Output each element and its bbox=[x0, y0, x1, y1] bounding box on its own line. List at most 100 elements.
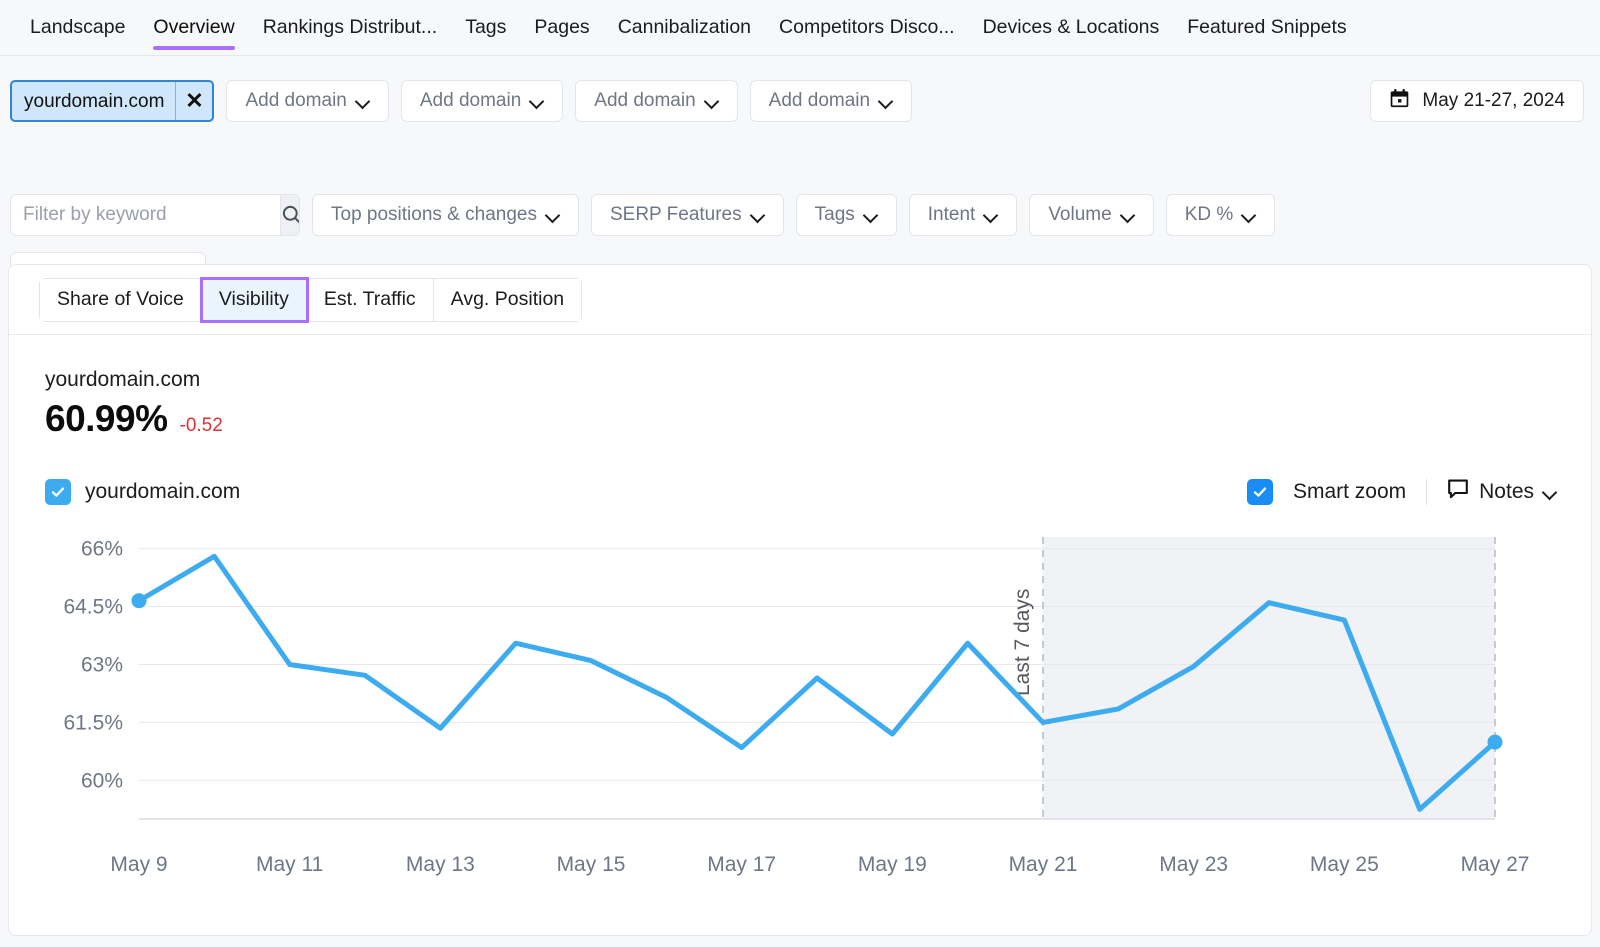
add-domain-slot-4[interactable]: Add domain bbox=[750, 80, 912, 122]
divider bbox=[1426, 479, 1427, 505]
tab-tags[interactable]: Tags bbox=[451, 0, 520, 56]
add-domain-slot-2[interactable]: Add domain bbox=[401, 80, 563, 122]
add-domain-slot-1[interactable]: Add domain bbox=[226, 80, 388, 122]
tab-landscape[interactable]: Landscape bbox=[16, 0, 139, 56]
search-input[interactable] bbox=[11, 195, 280, 235]
domain-chip-label: yourdomain.com bbox=[12, 82, 176, 120]
filter-label: Intent bbox=[928, 204, 976, 226]
tab-avg-position[interactable]: Avg. Position bbox=[434, 279, 581, 321]
tab-label: Tags bbox=[465, 18, 506, 38]
filter-volume[interactable]: Volume bbox=[1029, 194, 1153, 236]
tab-pages[interactable]: Pages bbox=[520, 0, 603, 56]
tab-label: Rankings Distribut... bbox=[263, 18, 437, 38]
tab-label: Visibility bbox=[219, 288, 289, 311]
search-input-wrapper[interactable] bbox=[10, 194, 300, 236]
svg-text:May 15: May 15 bbox=[557, 853, 626, 876]
svg-text:63%: 63% bbox=[81, 653, 123, 676]
chevron-down-icon bbox=[752, 209, 765, 222]
chevron-down-icon bbox=[547, 209, 560, 222]
notes-dropdown[interactable]: Notes bbox=[1447, 478, 1557, 506]
smart-zoom-checkbox[interactable] bbox=[1247, 479, 1273, 505]
tab-label: Landscape bbox=[30, 18, 125, 38]
metric-value: 60.99% bbox=[45, 398, 168, 440]
series-checkbox[interactable] bbox=[45, 479, 71, 505]
tab-label: Share of Voice bbox=[57, 288, 184, 311]
series-legend-label: yourdomain.com bbox=[85, 480, 240, 504]
chevron-down-icon bbox=[1243, 209, 1256, 222]
tab-share-of-voice[interactable]: Share of Voice bbox=[40, 279, 202, 321]
notes-label: Notes bbox=[1479, 480, 1534, 504]
calendar-icon bbox=[1389, 88, 1410, 115]
tab-overview[interactable]: Overview bbox=[139, 0, 248, 56]
tab-label: Devices & Locations bbox=[983, 18, 1160, 38]
svg-text:61.5%: 61.5% bbox=[63, 711, 123, 734]
visibility-chart-card: Share of Voice Visibility Est. Traffic A… bbox=[8, 264, 1592, 936]
svg-text:May 17: May 17 bbox=[707, 853, 776, 876]
add-domain-label: Add domain bbox=[769, 90, 870, 112]
add-domain-slot-3[interactable]: Add domain bbox=[575, 80, 737, 122]
filter-top-positions-changes[interactable]: Top positions & changes bbox=[312, 194, 579, 236]
filter-label: Tags bbox=[815, 204, 855, 226]
metric-tabs-header: Share of Voice Visibility Est. Traffic A… bbox=[9, 265, 1591, 335]
filter-serp-features[interactable]: SERP Features bbox=[591, 194, 784, 236]
tab-devices-locations[interactable]: Devices & Locations bbox=[969, 0, 1174, 56]
date-range-picker[interactable]: May 21-27, 2024 bbox=[1370, 80, 1584, 122]
tab-rankings-distribution[interactable]: Rankings Distribut... bbox=[249, 0, 451, 56]
chevron-down-icon bbox=[357, 95, 370, 108]
metric-delta: -0.52 bbox=[180, 415, 223, 437]
chart-legend-row: yourdomain.com Smart zoom Notes bbox=[45, 477, 1557, 507]
svg-text:May 19: May 19 bbox=[858, 853, 927, 876]
filter-label: KD % bbox=[1185, 204, 1234, 226]
tab-label: Avg. Position bbox=[451, 288, 564, 311]
chart-controls: Smart zoom Notes bbox=[1247, 478, 1557, 506]
search-icon[interactable] bbox=[280, 195, 300, 235]
tab-label: Pages bbox=[534, 18, 589, 38]
tab-label: Est. Traffic bbox=[324, 288, 416, 311]
smart-zoom-label: Smart zoom bbox=[1293, 480, 1406, 504]
chevron-down-icon bbox=[706, 95, 719, 108]
tab-est-traffic[interactable]: Est. Traffic bbox=[307, 279, 434, 321]
add-domain-label: Add domain bbox=[245, 90, 346, 112]
svg-text:May 13: May 13 bbox=[406, 853, 475, 876]
filter-kd-percent[interactable]: KD % bbox=[1166, 194, 1276, 236]
filter-label: SERP Features bbox=[610, 204, 742, 226]
tab-label: Competitors Disco... bbox=[779, 18, 955, 38]
chevron-down-icon bbox=[531, 95, 544, 108]
top-navigation-tabs: Landscape Overview Rankings Distribut...… bbox=[0, 0, 1600, 56]
domain-row: yourdomain.com ✕ Add domain Add domain A… bbox=[10, 80, 912, 122]
add-domain-label: Add domain bbox=[420, 90, 521, 112]
tab-featured-snippets[interactable]: Featured Snippets bbox=[1173, 0, 1360, 56]
app-page: Landscape Overview Rankings Distribut...… bbox=[0, 0, 1600, 947]
svg-text:66%: 66% bbox=[81, 538, 123, 561]
tab-visibility[interactable]: Visibility bbox=[202, 279, 307, 321]
svg-text:Last 7 days: Last 7 days bbox=[1011, 589, 1034, 696]
filter-label: Top positions & changes bbox=[331, 204, 537, 226]
keyword-filter-row: Top positions & changes SERP Features Ta… bbox=[10, 194, 1275, 236]
filter-tags[interactable]: Tags bbox=[796, 194, 897, 236]
metric-summary: yourdomain.com 60.99% -0.52 bbox=[45, 367, 223, 440]
svg-text:May 25: May 25 bbox=[1310, 853, 1379, 876]
chevron-down-icon bbox=[880, 95, 893, 108]
filter-toolbar: yourdomain.com ✕ Add domain Add domain A… bbox=[0, 56, 1600, 262]
note-icon bbox=[1447, 478, 1469, 506]
svg-text:May 27: May 27 bbox=[1461, 853, 1530, 876]
add-domain-label: Add domain bbox=[594, 90, 695, 112]
svg-text:May 23: May 23 bbox=[1159, 853, 1228, 876]
domain-chip-yourdomain[interactable]: yourdomain.com ✕ bbox=[10, 80, 214, 122]
tab-competitors-discovery[interactable]: Competitors Disco... bbox=[765, 0, 969, 56]
visibility-line-chart[interactable]: 60% 61.5% 63% 64.5% 66% Last 7 days May 9 May 1… bbox=[9, 521, 1592, 921]
svg-text:60%: 60% bbox=[81, 769, 123, 792]
tab-label: Cannibalization bbox=[618, 18, 751, 38]
metric-domain-label: yourdomain.com bbox=[45, 367, 223, 392]
svg-text:May 9: May 9 bbox=[110, 853, 167, 876]
tab-cannibalization[interactable]: Cannibalization bbox=[604, 0, 765, 56]
svg-text:May 21: May 21 bbox=[1009, 853, 1078, 876]
svg-text:May 11: May 11 bbox=[256, 853, 323, 876]
chevron-down-icon bbox=[865, 209, 878, 222]
svg-text:64.5%: 64.5% bbox=[63, 596, 123, 619]
chevron-down-icon bbox=[985, 209, 998, 222]
close-icon[interactable]: ✕ bbox=[176, 82, 212, 120]
chevron-down-icon bbox=[1544, 486, 1557, 499]
metric-segmented-control: Share of Voice Visibility Est. Traffic A… bbox=[39, 278, 582, 322]
filter-intent[interactable]: Intent bbox=[909, 194, 1018, 236]
